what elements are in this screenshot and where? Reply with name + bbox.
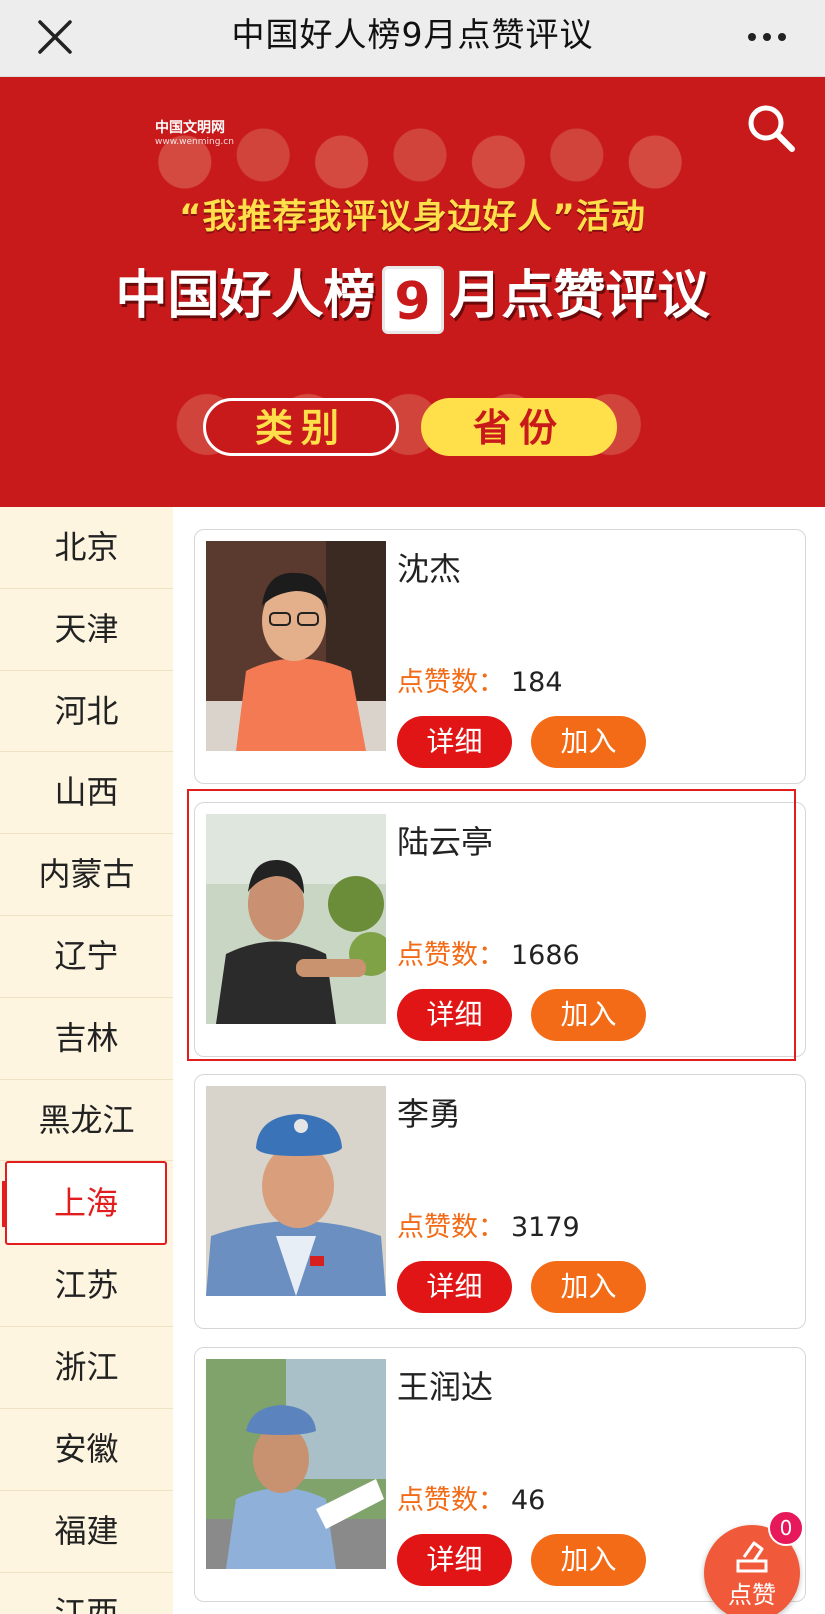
candidate-photo: [206, 541, 386, 751]
banner-slogan: “我推荐我评议身边好人”活动: [179, 197, 646, 237]
sidebar-item-jiangxi[interactable]: 江西: [0, 1573, 173, 1614]
app-root: 中国好人榜9月点赞评议 中国文明网 www.wenming.cn “我推荐我评议…: [0, 0, 825, 1614]
like-count-label: 点赞数：: [397, 1485, 505, 1516]
join-button[interactable]: 加入: [531, 1261, 646, 1313]
sidebar-item-tianjin[interactable]: 天津: [0, 589, 173, 671]
headline-suffix: 月点赞评议: [449, 266, 710, 326]
like-count: 点赞数： 184: [397, 660, 563, 699]
sidebar-item-shanxi[interactable]: 山西: [0, 752, 173, 835]
banner-headline: 中国好人榜 9 月点赞评议: [0, 253, 825, 334]
detail-button[interactable]: 详细: [397, 1261, 512, 1313]
sidebar-item-label: 上海: [53, 1184, 118, 1223]
site-logo: 中国文明网 www.wenming.cn: [155, 117, 234, 147]
candidate-photo: [206, 1086, 386, 1296]
sidebar-item-beijing[interactable]: 北京: [0, 507, 173, 589]
candidate-name: 李勇: [397, 1095, 462, 1133]
tab-category[interactable]: 类别: [203, 398, 399, 456]
candidate-card: 沈杰 点赞数： 184 详细 加入: [194, 529, 806, 784]
sidebar-item-neimenggu[interactable]: 内蒙古: [0, 834, 173, 916]
page-title: 中国好人榜9月点赞评议: [231, 15, 594, 54]
more-icon[interactable]: [745, 22, 789, 52]
banner: 中国文明网 www.wenming.cn “我推荐我评议身边好人”活动 中国好人…: [0, 77, 825, 507]
headline-prefix: 中国好人榜: [115, 266, 376, 326]
like-count-badge: 0: [768, 1510, 804, 1546]
like-count-value: 3179: [511, 1212, 580, 1243]
candidate-photo: [206, 1359, 386, 1569]
vote-icon: [736, 1541, 768, 1573]
active-indicator: [2, 1181, 6, 1228]
candidate-list: 沈杰 点赞数： 184 详细 加入 陆云亭 点赞数： 1686 详细 加入 李勇…: [173, 507, 825, 1614]
like-count-label: 点赞数：: [397, 1212, 505, 1243]
sidebar-item-jiangsu[interactable]: 江苏: [0, 1245, 173, 1328]
sidebar-item-zhejiang[interactable]: 浙江: [0, 1327, 173, 1409]
like-count: 点赞数： 46: [397, 1478, 545, 1517]
sidebar-item-hebei[interactable]: 河北: [0, 671, 173, 753]
candidate-name: 沈杰: [397, 550, 462, 588]
candidate-card: 李勇 点赞数： 3179 详细 加入: [194, 1074, 806, 1329]
logo-title: 中国文明网: [155, 120, 225, 136]
sidebar-item-anhui[interactable]: 安徽: [0, 1409, 173, 1491]
headline-number: 9: [381, 266, 444, 334]
province-sidebar: 北京 天津 河北 山西 内蒙古 辽宁 吉林 黑龙江 上海 江苏 浙江 安徽 福建…: [0, 507, 173, 1614]
sidebar-item-shanghai[interactable]: 上海: [2, 1161, 167, 1246]
sidebar-item-heilongjiang[interactable]: 黑龙江: [0, 1080, 173, 1162]
detail-button[interactable]: 详细: [397, 1534, 512, 1586]
tab-province[interactable]: 省份: [421, 398, 617, 456]
join-button[interactable]: 加入: [531, 1534, 646, 1586]
logo-url: www.wenming.cn: [155, 137, 234, 147]
like-count: 点赞数： 3179: [397, 1205, 580, 1244]
selection-highlight-frame: [187, 789, 796, 1061]
sidebar-item-fujian[interactable]: 福建: [0, 1491, 173, 1573]
sidebar-item-liaoning[interactable]: 辽宁: [0, 916, 173, 998]
detail-button[interactable]: 详细: [397, 716, 512, 768]
like-count-value: 46: [511, 1485, 546, 1516]
like-count-value: 184: [511, 667, 563, 698]
nav-bar: 中国好人榜9月点赞评议: [0, 0, 825, 77]
like-count-label: 点赞数：: [397, 667, 505, 698]
search-icon[interactable]: [745, 102, 797, 154]
sidebar-item-jilin[interactable]: 吉林: [0, 998, 173, 1080]
like-fab-label: 点赞: [728, 1581, 776, 1609]
candidate-name: 王润达: [397, 1368, 494, 1406]
join-button[interactable]: 加入: [531, 716, 646, 768]
